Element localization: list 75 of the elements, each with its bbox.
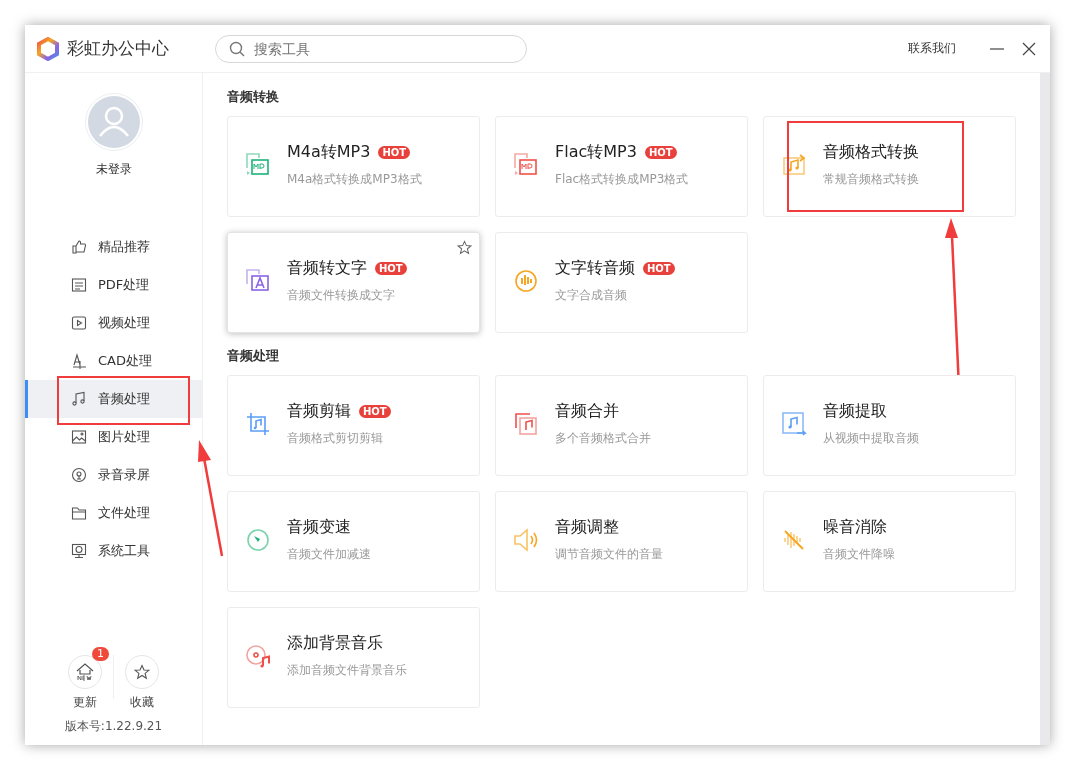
sidebar-item[interactable]: PDF处理 [25,266,202,304]
tool-card[interactable]: 文字转音频 HOT 文字合成音频 [495,232,748,333]
star-icon[interactable] [457,240,472,255]
contact-link[interactable]: 联系我们 [908,40,956,57]
tool-card[interactable]: 音频变速 音频文件加减速 [227,491,480,592]
tool-card[interactable]: 噪音消除 音频文件降噪 [763,491,1016,592]
app-title: 彩虹办公中心 [67,37,169,60]
image-icon [71,429,87,445]
sidebar-item[interactable]: 音频处理 [25,380,202,418]
footer-label: 更新 [73,694,97,711]
sidebar-item[interactable]: 文件处理 [25,494,202,532]
notification-badge: 1 [92,647,109,661]
section-title: 音频处理 [227,347,280,365]
music-extract-icon [780,409,808,438]
sidebar-item[interactable]: 精品推荐 [25,228,202,266]
card-title: 音频提取 [823,400,887,422]
card-title: 音频转文字 [287,257,367,279]
card-title: Flac转MP3 [555,141,637,163]
tool-card[interactable]: Flac转MP3 HOT Flac格式转换成MP3格式 [495,116,748,217]
footer-label: 收藏 [130,694,154,711]
tool-card[interactable]: 音频剪辑 HOT 音频格式剪切剪辑 [227,375,480,476]
card-title: 噪音消除 [823,516,887,538]
tool-card[interactable]: 音频调整 调节音频文件的音量 [495,491,748,592]
card-title: 音频调整 [555,516,619,538]
star-icon [134,664,150,680]
card-description: 音频格式剪切剪辑 [287,429,384,447]
card-title: 音频变速 [287,516,351,538]
card-title: 音频格式转换 [823,141,919,163]
sidebar-item[interactable]: 视频处理 [25,304,202,342]
sidebar-item[interactable]: CAD处理 [25,342,202,380]
card-description: 多个音频格式合并 [555,429,651,447]
tool-card[interactable]: 音频合并 多个音频格式合并 [495,375,748,476]
hot-badge: HOT [644,145,677,159]
music-note-icon [71,391,87,407]
sidebar-item[interactable]: 录音录屏 [25,456,202,494]
hot-badge: HOT [643,261,675,275]
folder-icon [71,505,87,521]
card-description: 从视频中提取音频 [823,429,919,447]
card-title: M4a转MP3 [287,141,371,163]
play-icon [71,315,87,331]
card-description: 添加音频文件背景音乐 [287,661,407,679]
tool-card[interactable]: M4a转MP3 HOT M4a格式转换成MP3格式 [227,116,480,217]
close-icon[interactable] [1022,41,1036,56]
card-title: 音频剪辑 [287,400,351,422]
card-title: 音频合并 [555,400,619,422]
microphone-icon [71,467,87,483]
thumb-icon [71,239,87,255]
hot-badge: HOT [378,145,411,159]
card-description: M4a格式转换成MP3格式 [287,170,422,188]
login-status: 未登录 [95,161,132,178]
card-description: 调节音频文件的音量 [555,545,663,563]
hot-badge: HOT [375,261,407,275]
card-description: 音频文件加减速 [287,545,371,563]
card-description: 常规音频格式转换 [823,170,919,188]
card-description: Flac格式转换成MP3格式 [555,170,689,188]
cad-icon [71,353,87,369]
tool-card[interactable]: 音频提取 从视频中提取音频 [763,375,1016,476]
search-icon [229,40,245,57]
person-icon [87,96,140,148]
scrollbar[interactable] [1040,73,1050,745]
card-description: 音频文件降噪 [823,545,895,563]
card-description: 文字合成音频 [555,286,628,304]
search-field[interactable]: 搜索工具 [215,34,527,63]
sidebar-item[interactable]: 系统工具 [25,532,202,570]
version-text: 版本号:1.22.9.21 [64,718,163,735]
card-title: 文字转音频 [555,257,635,279]
monitor-icon [71,543,87,559]
rainbow-logo-icon [36,36,60,61]
card-title: 添加背景音乐 [287,632,383,654]
sidebar-item[interactable]: 图片处理 [25,418,202,456]
hot-badge: HOT [359,404,391,418]
tool-card[interactable]: 音频转文字 HOT 音频文件转换成文字 [227,232,480,333]
card-description: 音频文件转换成文字 [287,286,396,304]
tool-card[interactable]: 添加背景音乐 添加音频文件背景音乐 [227,607,480,708]
section-title: 音频转换 [227,88,280,106]
